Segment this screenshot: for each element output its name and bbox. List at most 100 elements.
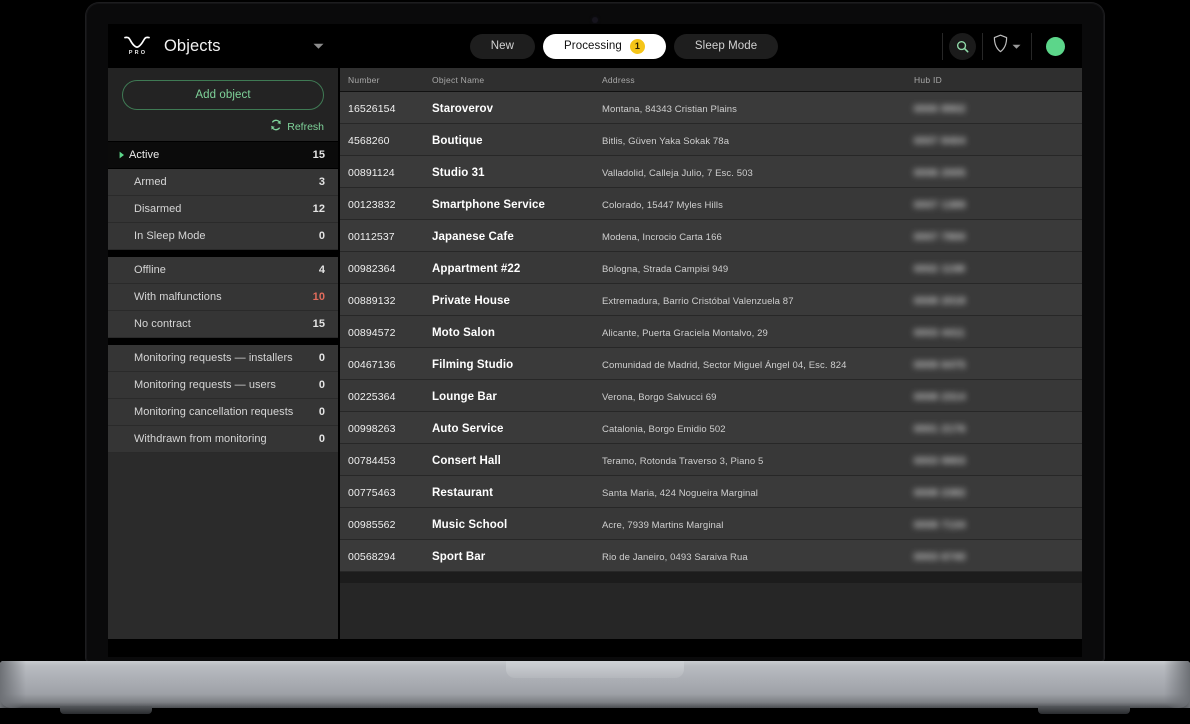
- cell-hub-id-redacted: 0007 1389: [914, 200, 966, 211]
- tab-label: Sleep Mode: [695, 40, 757, 52]
- laptop-base: [0, 661, 1190, 708]
- sidebar-item-label: Monitoring requests — users: [134, 379, 319, 391]
- divider: [1031, 33, 1032, 60]
- cell-hub-id-redacted: 0008 2314: [914, 392, 966, 403]
- cell-hub-id-redacted: 0009 6475: [914, 360, 966, 371]
- webcam-icon: [592, 17, 598, 23]
- cell-number: 4568260: [348, 135, 390, 147]
- refresh-icon: [270, 119, 282, 134]
- tab-label: New: [491, 40, 514, 52]
- sidebar-item-in-sleep-mode[interactable]: In Sleep Mode0: [108, 223, 338, 250]
- cell-hub-id-redacted: 0006 2005: [914, 168, 966, 179]
- tab-badge: 1: [630, 39, 645, 54]
- add-object-button[interactable]: Add object: [122, 80, 324, 110]
- cell-hub-id-redacted: 0002 1198: [914, 264, 965, 275]
- sidebar-item-offline[interactable]: Offline4: [108, 257, 338, 284]
- table-row[interactable]: 00123832Smartphone ServiceColorado, 1544…: [340, 188, 1082, 220]
- sidebar-item-count: 15: [313, 149, 325, 161]
- tab-new[interactable]: New: [470, 34, 535, 59]
- table-row[interactable]: 00894572Moto SalonAlicante, Puerta Graci…: [340, 316, 1082, 348]
- chevron-down-icon[interactable]: [310, 38, 326, 54]
- sidebar-item-label: Withdrawn from monitoring: [134, 433, 319, 445]
- laptop-mockup: PRO Objects New Processing 1 Sleep Mode: [0, 0, 1190, 724]
- sidebar-item-count: 4: [319, 264, 325, 276]
- sidebar-item-with-malfunctions[interactable]: With malfunctions10: [108, 284, 338, 311]
- table-row[interactable]: 16526154StaroverovMontana, 84343 Cristia…: [340, 92, 1082, 124]
- divider: [942, 33, 943, 60]
- cell-address: Rio de Janeiro, 0493 Saraiva Rua: [602, 552, 748, 563]
- refresh-button[interactable]: Refresh: [122, 119, 324, 134]
- sidebar-filler: [108, 453, 338, 639]
- cell-number: 00894572: [348, 327, 396, 339]
- search-icon[interactable]: [949, 33, 976, 60]
- sidebar-item-monitoring-cancellation-requests[interactable]: Monitoring cancellation requests0: [108, 399, 338, 426]
- tab-processing[interactable]: Processing 1: [543, 34, 666, 59]
- cell-object-name: Studio 31: [432, 167, 485, 179]
- table-row[interactable]: 00467136Filming StudioComunidad de Madri…: [340, 348, 1082, 380]
- table-row[interactable]: 00889132Private HouseExtremadura, Barrio…: [340, 284, 1082, 316]
- column-header-hub-id[interactable]: Hub ID: [906, 75, 1082, 85]
- cell-number: 00998263: [348, 423, 396, 435]
- sidebar-item-count: 12: [313, 203, 325, 215]
- cell-object-name: Lounge Bar: [432, 391, 497, 403]
- sidebar-item-no-contract[interactable]: No contract15: [108, 311, 338, 338]
- table-footer-space: [340, 583, 1082, 639]
- sidebar-item-monitoring-requests-installers[interactable]: Monitoring requests — installers0: [108, 345, 338, 372]
- column-header-object-name[interactable]: Object Name: [424, 75, 594, 85]
- table-row[interactable]: 00112537Japanese CafeModena, Incrocio Ca…: [340, 220, 1082, 252]
- laptop-screen: PRO Objects New Processing 1 Sleep Mode: [108, 24, 1082, 657]
- page-title: Objects: [164, 37, 221, 56]
- cell-address: Modena, Incrocio Carta 166: [602, 232, 722, 243]
- table-row[interactable]: 00985562Music SchoolAcre, 7939 Martins M…: [340, 508, 1082, 540]
- filter-group: Monitoring requests — installers0Monitor…: [108, 345, 338, 453]
- table-row[interactable]: 00784453Consert HallTeramo, Rotonda Trav…: [340, 444, 1082, 476]
- pro-shield-chevron-icon: PRO: [122, 33, 152, 59]
- sidebar-item-label: Armed: [134, 176, 319, 188]
- cell-address: Valladolid, Calleja Julio, 7 Esc. 503: [602, 168, 753, 179]
- laptop-foot-left: [60, 706, 152, 714]
- cell-address: Santa Maria, 424 Nogueira Marginal: [602, 488, 758, 499]
- top-actions: [936, 24, 1082, 68]
- sidebar-item-count: 15: [313, 318, 325, 330]
- table-row[interactable]: 00775463RestaurantSanta Maria, 424 Nogue…: [340, 476, 1082, 508]
- cell-address: Extremadura, Barrio Cristóbal Valenzuela…: [602, 296, 794, 307]
- cell-hub-id-redacted: 0008 2018: [914, 296, 966, 307]
- table-row[interactable]: 00891124Studio 31Valladolid, Calleja Jul…: [340, 156, 1082, 188]
- sidebar-item-count: 10: [313, 291, 325, 303]
- cell-address: Bologna, Strada Campisi 949: [602, 264, 728, 275]
- cell-object-name: Smartphone Service: [432, 199, 545, 211]
- table-body: 16526154StaroverovMontana, 84343 Cristia…: [340, 92, 1082, 583]
- sidebar-item-monitoring-requests-users[interactable]: Monitoring requests — users0: [108, 372, 338, 399]
- sidebar-item-label: Monitoring requests — installers: [134, 352, 319, 364]
- cell-object-name: Appartment #22: [432, 263, 520, 275]
- column-header-number[interactable]: Number: [340, 75, 424, 85]
- table-row[interactable]: 00998263Auto ServiceCatalonia, Borgo Emi…: [340, 412, 1082, 444]
- tab-bar: New Processing 1 Sleep Mode: [340, 34, 936, 59]
- sidebar-item-armed[interactable]: Armed3: [108, 169, 338, 196]
- sidebar-item-withdrawn-from-monitoring[interactable]: Withdrawn from monitoring0: [108, 426, 338, 453]
- sidebar-item-count: 0: [319, 433, 325, 445]
- shield-menu-button[interactable]: [989, 34, 1025, 58]
- table-row[interactable]: 4568260BoutiqueBitlis, Güven Yaka Sokak …: [340, 124, 1082, 156]
- cell-object-name: Japanese Cafe: [432, 231, 514, 243]
- table-row[interactable]: 00982364Appartment #22Bologna, Strada Ca…: [340, 252, 1082, 284]
- filter-group: Active15Armed3Disarmed12In Sleep Mode0: [108, 142, 338, 250]
- avatar[interactable]: [1046, 37, 1065, 56]
- cell-object-name: Music School: [432, 519, 507, 531]
- table-row[interactable]: 00568294Sport BarRio de Janeiro, 0493 Sa…: [340, 540, 1082, 572]
- tab-label: Processing: [564, 40, 622, 52]
- cell-address: Alicante, Puerta Graciela Montalvo, 29: [602, 328, 768, 339]
- table-header-row: Number Object Name Address Hub ID: [340, 68, 1082, 92]
- cell-address: Montana, 84343 Cristian Plains: [602, 104, 737, 115]
- sidebar-item-count: 0: [319, 406, 325, 418]
- table-row[interactable]: 00225364Lounge BarVerona, Borgo Salvucci…: [340, 380, 1082, 412]
- sidebar-item-active[interactable]: Active15: [108, 142, 338, 169]
- cell-number: 00123832: [348, 199, 396, 211]
- tab-sleep-mode[interactable]: Sleep Mode: [674, 34, 778, 59]
- cell-hub-id-redacted: 0008 7134: [914, 520, 966, 531]
- caret-right-icon: [116, 151, 127, 159]
- column-header-address[interactable]: Address: [594, 75, 906, 85]
- sidebar-item-count: 0: [319, 352, 325, 364]
- sidebar-item-disarmed[interactable]: Disarmed12: [108, 196, 338, 223]
- cell-hub-id-redacted: 0000 8902: [914, 104, 966, 115]
